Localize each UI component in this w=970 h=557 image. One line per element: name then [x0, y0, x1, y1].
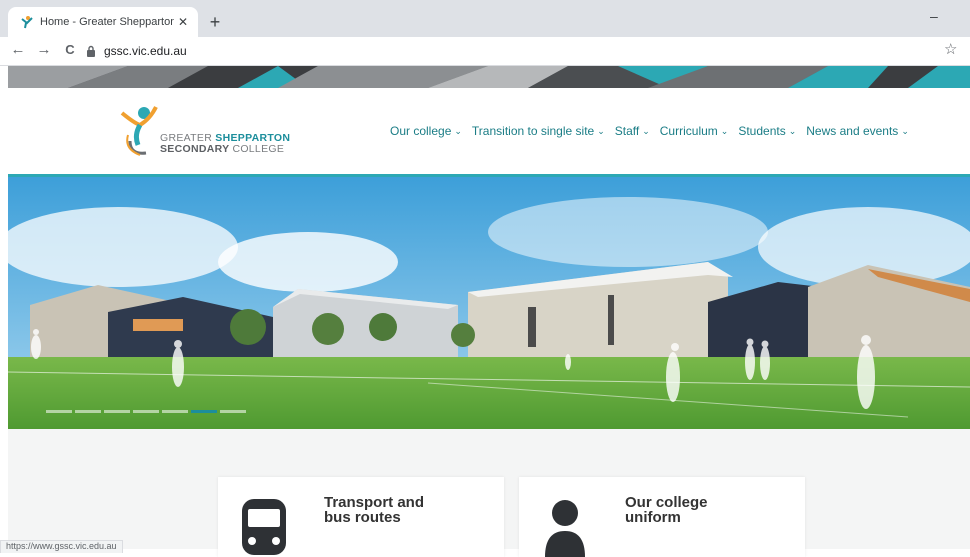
status-bar: https://www.gssc.vic.edu.au [0, 540, 123, 553]
favicon-icon [21, 16, 33, 29]
chevron-down-icon: ⌄ [454, 125, 462, 136]
reload-button[interactable]: C [60, 40, 80, 60]
nav-our-college[interactable]: Our college ⌄ [390, 124, 462, 138]
hero-image [8, 177, 970, 429]
logo-figure-icon [120, 106, 158, 156]
forward-button[interactable]: → [34, 40, 54, 60]
bookmark-star-icon[interactable]: ☆ [944, 40, 957, 58]
nav-staff[interactable]: Staff ⌄ [615, 124, 650, 138]
tab-title: Home - Greater Shepparton Seco [40, 16, 174, 28]
slider-dot[interactable] [133, 410, 159, 413]
nav-news-events[interactable]: News and events ⌄ [806, 124, 909, 138]
slider-dot[interactable] [46, 410, 72, 413]
nav-transition[interactable]: Transition to single site ⌄ [472, 124, 605, 138]
nav-students[interactable]: Students ⌄ [738, 124, 796, 138]
hero-slider[interactable] [8, 177, 970, 429]
close-tab-icon[interactable]: ✕ [174, 15, 192, 29]
new-tab-button[interactable]: + [205, 12, 225, 32]
nav-curriculum[interactable]: Curriculum ⌄ [660, 124, 729, 138]
uniform-card[interactable]: Our college uniform [519, 477, 805, 557]
slider-dot[interactable] [220, 410, 246, 413]
logo-word-secondary: SECONDARY [160, 143, 233, 155]
url-text: gssc.vic.edu.au [104, 44, 187, 58]
chevron-down-icon: ⌄ [642, 125, 650, 136]
transport-card[interactable]: Transport and bus routes [218, 477, 504, 557]
lock-icon [87, 45, 95, 57]
nav-label: Students [738, 124, 786, 138]
slider-dot[interactable] [191, 410, 217, 413]
back-button[interactable]: ← [8, 40, 28, 60]
site-header: GREATER SHEPPARTON SECONDARY COLLEGE Our… [8, 88, 970, 174]
logo-word-college: COLLEGE [232, 143, 285, 155]
browser-tabstrip: Home - Greater Shepparton Seco ✕ + – [0, 0, 970, 37]
college-logo[interactable]: GREATER SHEPPARTON SECONDARY COLLEGE [120, 105, 290, 160]
chevron-down-icon: ⌄ [788, 125, 797, 136]
main-nav: Our college ⌄ Transition to single site ⌄ … [390, 124, 919, 138]
person-icon [545, 500, 585, 557]
bus-icon [242, 499, 286, 555]
chevron-down-icon: ⌄ [901, 125, 909, 136]
nav-label: Curriculum [659, 124, 718, 138]
logo-text: GREATER SHEPPARTON SECONDARY COLLEGE [160, 133, 290, 155]
browser-toolbar: ← → C gssc.vic.edu.au ☆ [0, 37, 970, 66]
slider-dot[interactable] [75, 410, 101, 413]
chevron-down-icon: ⌄ [597, 125, 605, 136]
nav-label: Our college [390, 124, 452, 138]
minimize-button[interactable]: – [930, 8, 938, 24]
nav-label: Staff [614, 124, 640, 138]
slider-dot[interactable] [162, 410, 188, 413]
slider-dot[interactable] [104, 410, 130, 413]
card-title: Transport and bus routes [324, 494, 425, 526]
content-area: Transport and bus routes Our college uni… [8, 429, 970, 557]
address-bar[interactable]: gssc.vic.edu.au [86, 40, 916, 62]
nav-label: News and events [806, 124, 899, 138]
chevron-down-icon: ⌄ [720, 125, 729, 136]
decorative-banner [8, 66, 970, 88]
nav-label: Transition to single site [471, 124, 595, 138]
card-title: Our college uniform [625, 494, 708, 526]
slider-dots [46, 410, 246, 413]
browser-tab[interactable]: Home - Greater Shepparton Seco ✕ [8, 7, 198, 37]
